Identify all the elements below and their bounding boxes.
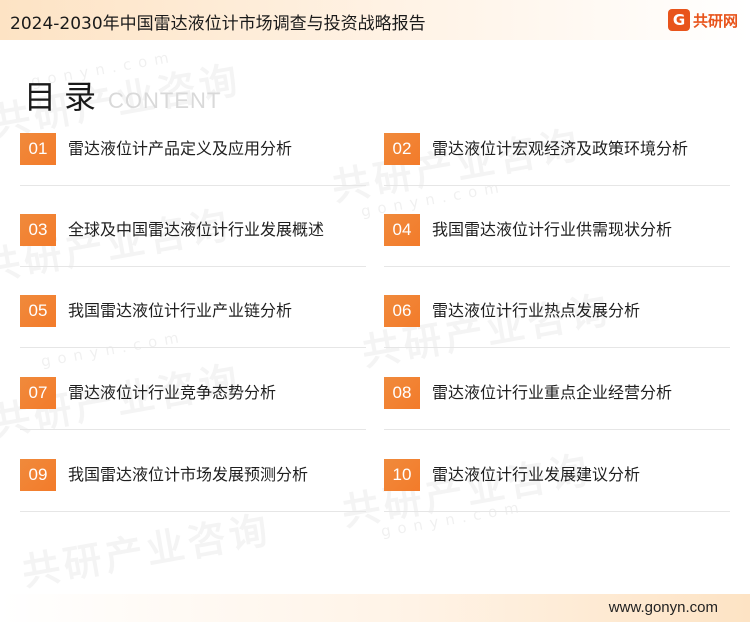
toc-divider [20, 429, 366, 430]
toc-label: 雷达液位计行业发展建议分析 [432, 465, 641, 484]
toc-divider [20, 511, 366, 512]
toc-number: 06 [384, 295, 420, 327]
footer-bar: www.gonyn.com [0, 594, 750, 622]
toc-number: 10 [384, 459, 420, 491]
toc-label: 全球及中国雷达液位计行业发展概述 [68, 220, 325, 239]
toc-label: 雷达液位计行业重点企业经营分析 [432, 383, 673, 402]
toc-item-01[interactable]: 01 雷达液位计产品定义及应用分析 [20, 133, 366, 199]
toc-label: 雷达液位计行业热点发展分析 [432, 301, 641, 320]
toc-divider [20, 266, 366, 267]
toc-heading: 目录 CONTENT [24, 72, 221, 118]
toc-divider [384, 429, 730, 430]
brand-logo: G 共研网 [667, 8, 738, 32]
toc-item-06[interactable]: 06 雷达液位计行业热点发展分析 [384, 295, 730, 361]
toc-number: 02 [384, 133, 420, 165]
toc-heading-cn: 目录 [24, 78, 105, 116]
toc-number: 03 [20, 214, 56, 246]
logo-icon: G [667, 9, 690, 31]
footer-url[interactable]: www.gonyn.com [609, 599, 718, 616]
toc-number: 01 [20, 133, 56, 165]
toc-number: 05 [20, 295, 56, 327]
toc-number: 08 [384, 377, 420, 409]
toc-divider [20, 185, 366, 186]
toc-label: 我国雷达液位计市场发展预测分析 [68, 465, 309, 484]
toc-divider [384, 266, 730, 267]
toc-item-04[interactable]: 04 我国雷达液位计行业供需现状分析 [384, 214, 730, 280]
toc-item-09[interactable]: 09 我国雷达液位计市场发展预测分析 [20, 459, 366, 525]
toc-divider [384, 511, 730, 512]
toc-label: 雷达液位计宏观经济及政策环境分析 [432, 139, 689, 158]
toc-divider [384, 185, 730, 186]
toc-label: 我国雷达液位计行业供需现状分析 [432, 220, 673, 239]
toc-item-02[interactable]: 02 雷达液位计宏观经济及政策环境分析 [384, 133, 730, 199]
toc-label: 雷达液位计产品定义及应用分析 [68, 139, 293, 158]
toc-number: 09 [20, 459, 56, 491]
toc-item-08[interactable]: 08 雷达液位计行业重点企业经营分析 [384, 377, 730, 443]
logo-text: 共研网 [692, 11, 738, 30]
toc-item-10[interactable]: 10 雷达液位计行业发展建议分析 [384, 459, 730, 525]
toc-number: 07 [20, 377, 56, 409]
toc-divider [384, 347, 730, 348]
report-title: 2024-2030年中国雷达液位计市场调查与投资战略报告 [10, 14, 426, 34]
toc-number: 04 [384, 214, 420, 246]
toc-label: 我国雷达液位计行业产业链分析 [68, 301, 293, 320]
toc-divider [20, 347, 366, 348]
toc-heading-en: CONTENT [108, 88, 222, 113]
toc-item-03[interactable]: 03 全球及中国雷达液位计行业发展概述 [20, 214, 366, 280]
toc-item-07[interactable]: 07 雷达液位计行业竞争态势分析 [20, 377, 366, 443]
toc-label: 雷达液位计行业竞争态势分析 [68, 383, 277, 402]
header-bar: 2024-2030年中国雷达液位计市场调查与投资战略报告 G 共研网 [0, 0, 750, 40]
toc-item-05[interactable]: 05 我国雷达液位计行业产业链分析 [20, 295, 366, 361]
